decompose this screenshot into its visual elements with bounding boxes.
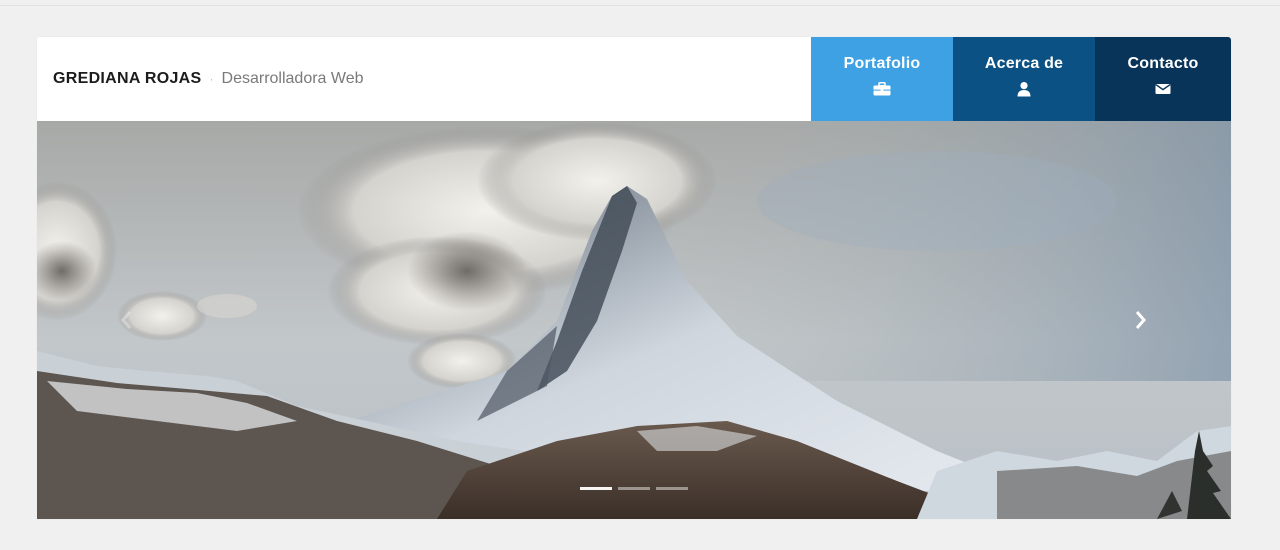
top-rule <box>0 5 1280 6</box>
nav-item-label: Acerca de <box>984 55 1064 72</box>
slider-indicator-1[interactable] <box>580 487 612 490</box>
mountain-landscape-image <box>37 121 1231 519</box>
nav-item-portafolio[interactable]: Portafolio <box>811 37 953 121</box>
brand-subtitle: Desarrolladora Web <box>221 70 364 87</box>
hero-slider <box>37 121 1231 519</box>
user-icon <box>1016 81 1032 97</box>
chevron-right-icon <box>1135 311 1146 329</box>
brand[interactable]: GREDIANA ROJAS · Desarrolladora Web <box>53 37 364 121</box>
slider-next-arrow[interactable] <box>1130 307 1152 333</box>
nav-item-contacto[interactable]: Contacto <box>1095 37 1231 121</box>
main-nav: Portafolio Acerca de Contacto <box>811 37 1231 121</box>
slider-indicator-2[interactable] <box>618 487 650 490</box>
site-header: GREDIANA ROJAS · Desarrolladora Web Port… <box>37 37 1231 121</box>
brand-separator: · <box>209 72 214 86</box>
nav-item-label: Portafolio <box>843 55 921 72</box>
site-card: GREDIANA ROJAS · Desarrolladora Web Port… <box>37 37 1231 519</box>
nav-item-label: Contacto <box>1127 55 1199 72</box>
envelope-icon <box>1155 81 1171 97</box>
nav-item-acerca-de[interactable]: Acerca de <box>953 37 1095 121</box>
slider-indicator-3[interactable] <box>656 487 688 490</box>
slider-prev-arrow[interactable] <box>115 307 137 333</box>
slider-indicators <box>580 487 688 490</box>
brand-name: GREDIANA ROJAS <box>53 70 202 87</box>
briefcase-icon <box>873 81 891 97</box>
chevron-left-icon <box>121 311 132 329</box>
